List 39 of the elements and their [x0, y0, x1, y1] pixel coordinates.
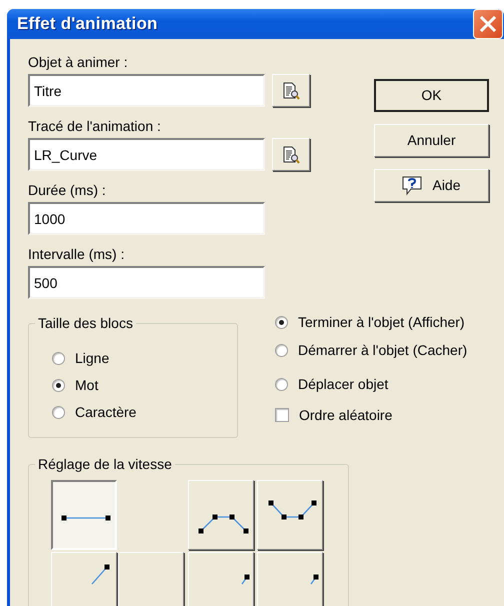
- radio-label: Déplacer objet: [298, 375, 388, 393]
- checkbox[interactable]: [275, 408, 289, 422]
- radio-label: Caractère: [75, 403, 136, 421]
- checkbox-label: Ordre aléatoire: [299, 406, 392, 424]
- radio-button[interactable]: [275, 344, 288, 356]
- speed-curve-icon: [92, 564, 110, 584]
- radio-label: Démarrer à l'objet (Cacher): [298, 341, 468, 359]
- radio-button[interactable]: [275, 316, 288, 328]
- radio-button[interactable]: [52, 378, 65, 392]
- close-icon: [479, 15, 497, 33]
- speed-curve-icon: [241, 574, 250, 584]
- text-field[interactable]: LR_Curve: [28, 138, 265, 171]
- speed-curve-icon: [310, 574, 318, 584]
- field-label: Tracé de l'animation :: [28, 117, 162, 135]
- speed-curve-icon: [198, 514, 248, 534]
- dialog-button[interactable]: Aide: [374, 169, 489, 202]
- field-label: Intervalle (ms) :: [28, 245, 126, 263]
- document-search-icon: [282, 82, 300, 100]
- text-field[interactable]: 1000: [28, 202, 265, 235]
- radio-button[interactable]: [275, 378, 288, 390]
- close-button[interactable]: [473, 9, 503, 39]
- radio-label: Terminer à l'objet (Afficher): [298, 313, 465, 331]
- dialog-button[interactable]: Annuler: [374, 124, 489, 157]
- radio-label: Mot: [75, 376, 98, 394]
- speed-curve-icon: [62, 516, 110, 520]
- help-icon: [402, 176, 424, 196]
- field-label: Objet à animer :: [28, 53, 129, 71]
- text-field[interactable]: 500: [28, 266, 265, 299]
- field-label: Durée (ms) :: [28, 181, 107, 199]
- dialog-button[interactable]: OK: [374, 79, 489, 112]
- window-title: Effet d'animation: [17, 13, 158, 36]
- document-search-icon: [282, 146, 300, 164]
- browse-button[interactable]: [272, 138, 310, 171]
- speed-curve-icon: [268, 500, 316, 520]
- radio-label: Ligne: [75, 349, 110, 367]
- text-field[interactable]: Titre: [28, 74, 265, 107]
- radio-button[interactable]: [52, 406, 65, 418]
- browse-button[interactable]: [272, 74, 310, 107]
- radio-button[interactable]: [52, 352, 65, 364]
